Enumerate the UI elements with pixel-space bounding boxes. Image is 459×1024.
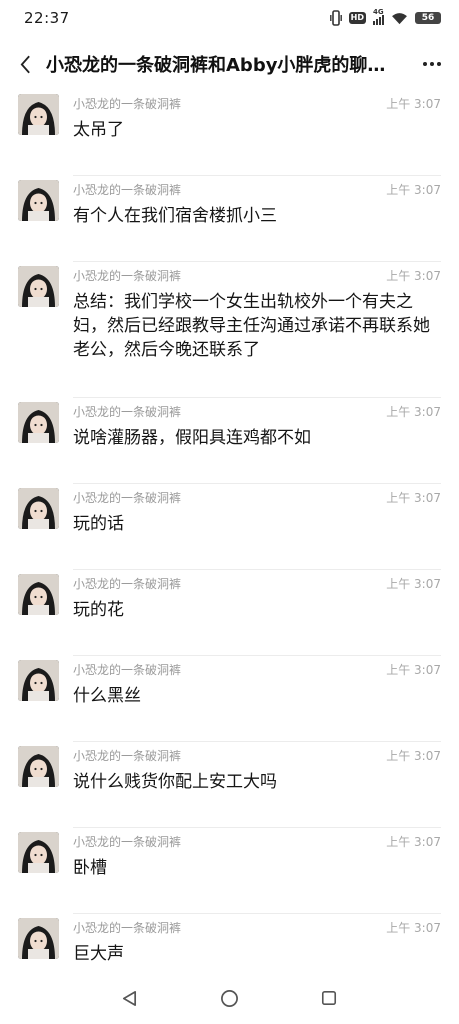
status-time: 22:37 [24,9,70,27]
message-time: 上午 3:07 [386,96,441,111]
message-body: 小恐龙的一条破洞裤 上午 3:07 玩的话 [73,488,441,570]
message-body: 小恐龙的一条破洞裤 上午 3:07 什么黑丝 [73,660,441,742]
nav-back-button[interactable] [110,978,150,1018]
message-list[interactable]: 小恐龙的一条破洞裤 上午 3:07 太吊了 小恐龙的一条破洞裤 上午 3:07 有个人在我… [0,90,459,1000]
sender-name: 小恐龙的一条破洞裤 [73,834,182,849]
message-header: 小恐龙的一条破洞裤 上午 3:07 [73,918,441,936]
message-header: 小恐龙的一条破洞裤 上午 3:07 [73,180,441,198]
sender-name: 小恐龙的一条破洞裤 [73,576,182,591]
more-options-button[interactable] [417,46,447,82]
message-body: 小恐龙的一条破洞裤 上午 3:07 玩的花 [73,574,441,656]
message-time: 上午 3:07 [386,576,441,591]
hd-icon: HD [348,12,366,24]
message-item[interactable]: 小恐龙的一条破洞裤 上午 3:07 有个人在我们宿舍楼抓小三 [0,176,459,262]
message-time: 上午 3:07 [386,920,441,935]
avatar[interactable] [18,488,59,529]
message-header: 小恐龙的一条破洞裤 上午 3:07 [73,94,441,112]
back-button[interactable] [12,46,38,82]
message-header: 小恐龙的一条破洞裤 上午 3:07 [73,574,441,592]
message-text: 玩的话 [73,514,124,534]
sender-name: 小恐龙的一条破洞裤 [73,920,182,935]
message-text: 太吊了 [73,120,124,140]
system-nav-bar [0,972,459,1024]
message-body: 小恐龙的一条破洞裤 上午 3:07 总结：我们学校一个女生出轨校外一个有夫之妇，然后… [73,266,441,398]
message-text: 说啥灌肠器，假阳具连鸡都不如 [73,428,311,448]
message-text: 总结：我们学校一个女生出轨校外一个有夫之妇，然后已经跟教导主任沟通过承诺不再联系… [73,292,430,360]
message-item[interactable]: 小恐龙的一条破洞裤 上午 3:07 玩的话 [0,484,459,570]
message-item[interactable]: 小恐龙的一条破洞裤 上午 3:07 说啥灌肠器，假阳具连鸡都不如 [0,398,459,484]
message-time: 上午 3:07 [386,748,441,763]
message-body: 小恐龙的一条破洞裤 上午 3:07 说啥灌肠器，假阳具连鸡都不如 [73,402,441,484]
avatar[interactable] [18,180,59,221]
message-header: 小恐龙的一条破洞裤 上午 3:07 [73,746,441,764]
message-text: 巨大声 [73,944,124,964]
sender-name: 小恐龙的一条破洞裤 [73,490,182,505]
sender-name: 小恐龙的一条破洞裤 [73,404,182,419]
avatar[interactable] [18,402,59,443]
avatar[interactable] [18,660,59,701]
message-body: 小恐龙的一条破洞裤 上午 3:07 有个人在我们宿舍楼抓小三 [73,180,441,262]
message-item[interactable]: 小恐龙的一条破洞裤 上午 3:07 总结：我们学校一个女生出轨校外一个有夫之妇，然后… [0,262,459,398]
sender-name: 小恐龙的一条破洞裤 [73,268,182,283]
message-text: 什么黑丝 [73,686,141,706]
message-time: 上午 3:07 [386,404,441,419]
network-type: 4G [373,8,384,16]
nav-recents-button[interactable] [309,978,349,1018]
message-header: 小恐龙的一条破洞裤 上午 3:07 [73,488,441,506]
nav-home-button[interactable] [209,978,249,1018]
message-header: 小恐龙的一条破洞裤 上午 3:07 [73,402,441,420]
avatar[interactable] [18,918,59,959]
message-item[interactable]: 小恐龙的一条破洞裤 上午 3:07 说什么贱货你配上安工大吗 [0,742,459,828]
avatar[interactable] [18,94,59,135]
battery-icon: 56 [415,12,441,24]
status-icons: HD 4G 56 [329,8,441,26]
avatar[interactable] [18,574,59,615]
message-item[interactable]: 小恐龙的一条破洞裤 上午 3:07 玩的花 [0,570,459,656]
chat-header: 小恐龙的一条破洞裤和Abby小胖虎的聊… [0,38,459,90]
circle-home-icon [221,989,238,1007]
message-body: 小恐龙的一条破洞裤 上午 3:07 卧槽 [73,832,441,914]
message-header: 小恐龙的一条破洞裤 上午 3:07 [73,266,441,284]
chevron-left-icon [20,55,30,73]
chat-title: 小恐龙的一条破洞裤和Abby小胖虎的聊… [46,55,386,76]
sender-name: 小恐龙的一条破洞裤 [73,748,182,763]
message-text: 玩的花 [73,600,124,620]
message-body: 小恐龙的一条破洞裤 上午 3:07 说什么贱货你配上安工大吗 [73,746,441,828]
sender-name: 小恐龙的一条破洞裤 [73,182,182,197]
message-item[interactable]: 小恐龙的一条破洞裤 上午 3:07 什么黑丝 [0,656,459,742]
avatar[interactable] [18,832,59,873]
message-item[interactable]: 小恐龙的一条破洞裤 上午 3:07 卧槽 [0,828,459,914]
status-bar: 22:37 HD 4G 56 [0,0,459,36]
sender-name: 小恐龙的一条破洞裤 [73,96,182,111]
message-body: 小恐龙的一条破洞裤 上午 3:07 太吊了 [73,94,441,176]
message-header: 小恐龙的一条破洞裤 上午 3:07 [73,660,441,678]
more-dots-icon [423,62,427,66]
message-text: 有个人在我们宿舍楼抓小三 [73,206,277,226]
message-item[interactable]: 小恐龙的一条破洞裤 上午 3:07 太吊了 [0,90,459,176]
message-header: 小恐龙的一条破洞裤 上午 3:07 [73,832,441,850]
triangle-back-icon [123,990,137,1006]
message-time: 上午 3:07 [386,834,441,849]
message-time: 上午 3:07 [386,182,441,197]
avatar[interactable] [18,746,59,787]
square-recents-icon [322,990,337,1006]
avatar[interactable] [18,266,59,307]
message-time: 上午 3:07 [386,490,441,505]
sender-name: 小恐龙的一条破洞裤 [73,662,182,677]
cellular-signal-icon: 4G [373,8,384,25]
message-time: 上午 3:07 [386,662,441,677]
message-text: 卧槽 [73,858,107,878]
message-time: 上午 3:07 [386,268,441,283]
message-text: 说什么贱货你配上安工大吗 [73,772,277,792]
vibrate-icon [329,10,342,26]
wifi-icon [392,12,407,24]
